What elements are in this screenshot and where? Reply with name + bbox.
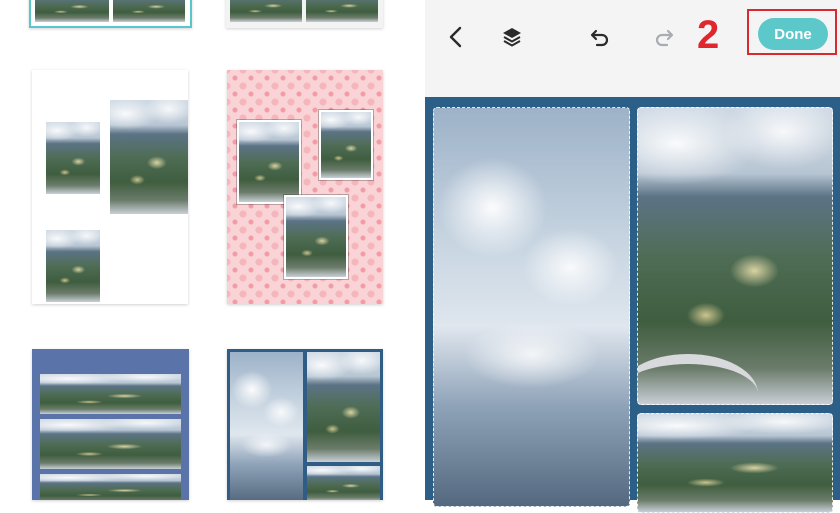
template-card[interactable] <box>32 349 189 500</box>
template-card-selected[interactable] <box>29 0 192 28</box>
template-card[interactable] <box>227 349 383 500</box>
template-photo <box>306 0 378 22</box>
layers-button[interactable] <box>497 22 527 52</box>
template-photo <box>230 352 303 500</box>
layers-icon <box>503 28 521 47</box>
template-photo <box>307 352 380 462</box>
template-photo <box>307 466 380 500</box>
template-photo <box>319 110 373 180</box>
step-number-annotation: 2 <box>697 13 720 57</box>
editor-panel: 2 Done <box>425 0 840 513</box>
template-photo <box>35 0 109 22</box>
template-photo <box>284 195 348 279</box>
template-photo <box>237 120 301 204</box>
editor-toolbar: 2 Done <box>425 0 840 97</box>
template-photo <box>40 419 181 469</box>
template-photo <box>110 100 188 214</box>
collage-cell-left[interactable] <box>433 107 630 507</box>
template-photo <box>40 474 181 500</box>
template-photo <box>230 0 302 22</box>
done-button[interactable]: Done <box>758 18 828 50</box>
collage-canvas <box>425 97 840 513</box>
undo-icon <box>590 29 609 47</box>
airplane-window-edge <box>638 354 758 404</box>
collage-cell-right-bottom[interactable] <box>637 413 833 513</box>
redo-button[interactable] <box>649 22 679 52</box>
template-photo <box>113 0 185 22</box>
back-button[interactable] <box>441 22 471 52</box>
undo-button[interactable] <box>585 22 615 52</box>
template-card[interactable] <box>226 0 383 28</box>
redo-icon <box>655 29 674 47</box>
collage-cell-right-top[interactable] <box>637 107 833 405</box>
template-picker <box>0 0 425 500</box>
template-card[interactable] <box>227 70 383 304</box>
template-photo <box>46 230 100 302</box>
template-photo <box>46 122 100 194</box>
template-card[interactable] <box>32 70 188 304</box>
template-photo <box>40 374 181 414</box>
chevron-left-icon <box>449 26 462 48</box>
